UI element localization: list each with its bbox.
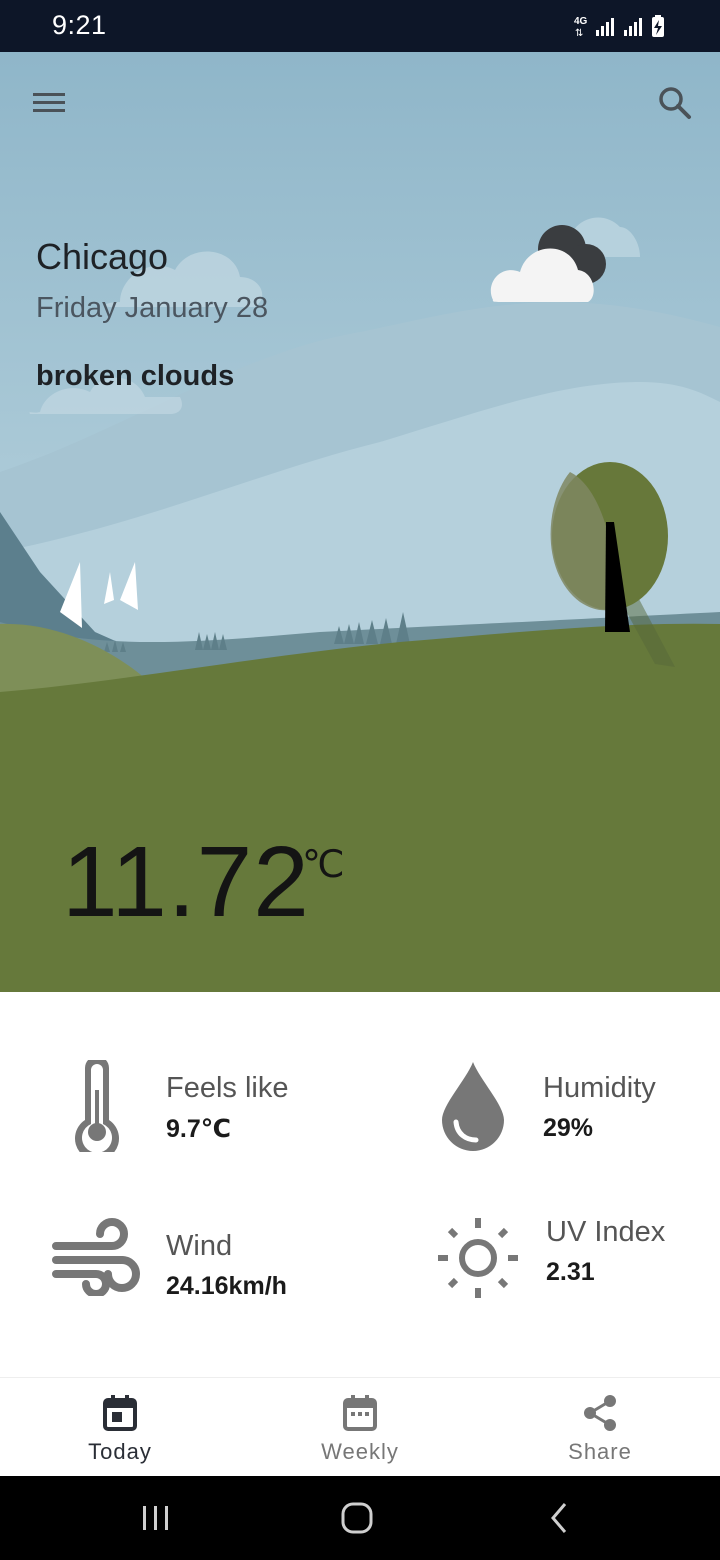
back-icon — [551, 1503, 567, 1533]
feels-like-metric: Feels like 9.7℃ — [0, 992, 360, 1182]
nav-today-label: Today — [88, 1439, 152, 1464]
feels-like-label: Feels like — [166, 1072, 289, 1104]
thermometer-icon — [75, 1060, 119, 1152]
humidity-value: 29% — [543, 1114, 594, 1142]
calendar-week-icon — [343, 1395, 377, 1431]
uv-index-label: UV Index — [546, 1216, 666, 1248]
share-icon — [584, 1395, 616, 1431]
nav-weekly[interactable]: Weekly — [240, 1378, 480, 1477]
current-date: Friday January 28 — [36, 292, 269, 324]
sun-icon — [438, 1218, 518, 1298]
signal-battery-icons: 4G ⇅ — [574, 15, 664, 39]
status-time: 9:21 — [52, 10, 107, 40]
temperature-unit: ℃ — [302, 844, 345, 886]
back-button[interactable] — [530, 1496, 590, 1540]
home-icon — [341, 1502, 373, 1534]
menu-button[interactable] — [24, 80, 74, 126]
recent-apps-button[interactable] — [126, 1496, 186, 1540]
uv-index-metric: UV Index 2.31 — [360, 1182, 720, 1372]
uv-index-value: 2.31 — [546, 1258, 595, 1286]
nav-weekly-label: Weekly — [321, 1439, 399, 1464]
feels-like-value: 9.7℃ — [166, 1115, 232, 1143]
search-icon — [659, 87, 691, 119]
weather-description: broken clouds — [36, 360, 235, 392]
wind-value: 24.16km/h — [166, 1272, 287, 1300]
network-type-label: 4G — [574, 16, 588, 27]
wind-icon — [52, 1218, 140, 1296]
humidity-metric: Humidity 29% — [360, 992, 720, 1182]
bottom-navigation: Today Weekly Share — [0, 1377, 720, 1477]
status-bar: 9:21 4G ⇅ — [0, 0, 720, 52]
home-button[interactable] — [328, 1496, 388, 1540]
search-button[interactable] — [650, 80, 700, 126]
temperature-value: 11.72 — [62, 826, 310, 938]
nav-share[interactable]: Share — [480, 1378, 720, 1477]
nav-share-label: Share — [568, 1439, 632, 1464]
wind-label: Wind — [166, 1230, 233, 1262]
nav-today[interactable]: Today — [0, 1378, 240, 1477]
data-arrows-icon: ⇅ — [575, 28, 583, 39]
water-drop-icon — [442, 1062, 504, 1151]
hamburger-menu-icon — [33, 93, 65, 112]
humidity-label: Humidity — [543, 1072, 656, 1104]
weather-hero: Chicago Friday January 28 broken clouds … — [0, 52, 720, 992]
recent-apps-icon — [143, 1506, 168, 1530]
wind-metric: Wind 24.16km/h — [0, 1182, 360, 1372]
calendar-today-icon — [103, 1395, 137, 1431]
city-name: Chicago — [36, 236, 169, 277]
weather-metrics: Feels like 9.7℃ Humidity 29% Wind 24.16k… — [0, 992, 720, 1377]
system-navigation-bar — [0, 1476, 720, 1560]
